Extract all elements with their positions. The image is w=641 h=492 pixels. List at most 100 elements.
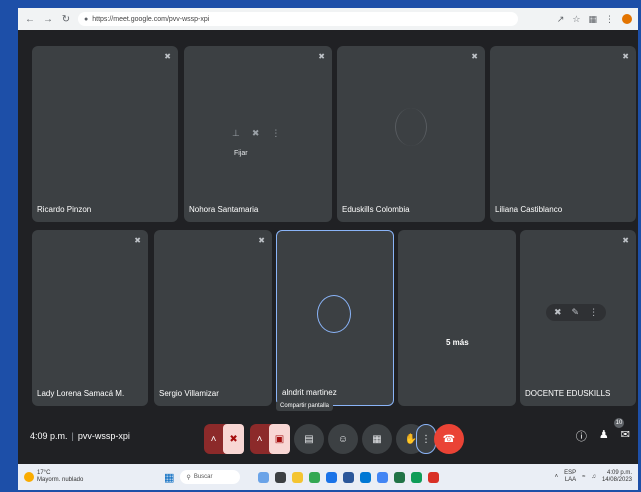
participant-name: Ricardo Pinzon — [37, 205, 92, 214]
system-tray: ˄ ESP LAA ≈ ♫ 4:09 p.m. 14/08/2023 — [555, 470, 632, 484]
lang-top: ESP — [564, 470, 577, 476]
browser-actions: ↗ ☆ ▦ ⋮ — [557, 13, 632, 25]
participant-tile[interactable]: ✖ Sergio Villamizar — [154, 230, 272, 406]
meeting-controls-bar: 4:09 p.m. | pvv-wssp-xpi ˄ ✖ ˄ ▣ ▤ ☺ ▦ ✋ ⋮… — [18, 418, 638, 464]
participant-tile-active[interactable]: alndrit martinez — [276, 230, 394, 406]
browser-toolbar: ← → ↻ ● https://meet.google.com/pvv-wssp… — [18, 8, 638, 30]
windows-start-icon[interactable]: ▦ — [164, 471, 174, 484]
info-icon[interactable]: ⓘ — [576, 428, 587, 444]
extensions-icon[interactable]: ▦ — [588, 14, 597, 25]
pin-label: Fijar — [234, 150, 248, 157]
end-call-icon: ☎ — [442, 433, 456, 445]
search-placeholder: Buscar — [193, 474, 213, 480]
more-options-button[interactable]: ⋮ — [416, 424, 436, 454]
meeting-code: pvv-wssp-xpi — [77, 431, 130, 441]
mic-off-icon: ✖ — [258, 236, 265, 245]
language-indicator[interactable]: ESP LAA — [564, 470, 576, 484]
volume-icon[interactable]: ♫ — [591, 474, 596, 480]
mic-off-icon: ✖ — [622, 236, 629, 245]
reactions-button[interactable]: ☺ — [328, 424, 358, 454]
more-vert-icon: ⋮ — [421, 433, 431, 445]
chevron-up-icon[interactable]: ˄ — [555, 474, 559, 480]
clock-time: 4:09 p.m. — [606, 470, 632, 476]
mic-off-icon[interactable]: ✖ — [223, 424, 244, 454]
participant-tile[interactable]: ✖ ✖ ✎ ⋮ DOCENTE EDUSKILLS — [520, 230, 636, 406]
avatar — [317, 295, 351, 333]
mic-off-icon: ✖ — [471, 52, 478, 61]
loading-spinner-icon — [395, 108, 427, 146]
participant-name: Eduskills Colombia — [342, 205, 410, 214]
camera-toggle-group[interactable]: ˄ ▣ — [250, 424, 290, 454]
captions-button[interactable]: ▤ — [294, 424, 324, 454]
weather-widget[interactable]: 17°C Mayorm. nublado — [24, 470, 124, 484]
pdf-icon[interactable] — [428, 471, 440, 483]
present-button[interactable]: ▦ — [362, 424, 392, 454]
meeting-time: 4:09 p.m. — [30, 431, 68, 441]
mic-off-icon: ✖ — [622, 52, 629, 61]
weather-desc: Mayorm. nublado — [37, 477, 84, 483]
chevron-up-icon[interactable]: ˄ — [250, 434, 269, 445]
camera-off-icon[interactable]: ▣ — [269, 424, 290, 454]
weather-temp: 17°C — [37, 470, 51, 476]
file-explorer-icon[interactable] — [292, 471, 304, 483]
meeting-info: 4:09 p.m. | pvv-wssp-xpi — [30, 431, 130, 441]
participant-name: DOCENTE EDUSKILLS — [525, 389, 611, 398]
tile-overlay-controls: ✖ ✎ ⋮ — [546, 304, 607, 321]
wifi-icon[interactable]: ≈ — [582, 474, 585, 480]
participant-name: Liliana Castiblanco — [495, 205, 563, 214]
lang-bottom: LAA — [564, 477, 577, 483]
chevron-up-icon[interactable]: ˄ — [204, 434, 223, 445]
more-participants-tile[interactable]: 5 más — [398, 230, 516, 406]
more-participants-label: 5 más — [446, 338, 469, 347]
separator: | — [71, 431, 74, 441]
participant-tile[interactable]: ✖ Lady Lorena Samacá M. — [32, 230, 148, 406]
chat-icon[interactable]: ✉ — [621, 428, 630, 444]
present-screen-icon: ▦ — [372, 433, 382, 445]
share-screen-tooltip: Compartir pantalla — [276, 401, 334, 411]
mute-icon[interactable]: ✖ — [554, 307, 562, 318]
forward-icon[interactable]: → — [42, 14, 54, 25]
participant-name: Sergio Villamizar — [159, 389, 219, 398]
taskbar-apps — [258, 471, 440, 483]
lock-icon: ● — [84, 15, 89, 23]
address-bar[interactable]: ● https://meet.google.com/pvv-wssp-xpi — [78, 12, 518, 26]
captions-icon: ▤ — [304, 433, 314, 445]
word-icon[interactable] — [343, 471, 355, 483]
app-icon[interactable] — [411, 471, 423, 483]
taskbar-clock[interactable]: 4:09 p.m. 14/08/2023 — [602, 470, 632, 484]
store-icon[interactable] — [360, 471, 372, 483]
widgets-icon[interactable] — [258, 471, 270, 483]
mute-icon[interactable]: ✖ — [252, 128, 260, 139]
back-icon[interactable]: ← — [24, 14, 36, 25]
mic-toggle-group[interactable]: ˄ ✖ — [204, 424, 244, 454]
leave-call-button[interactable]: ☎ — [434, 424, 464, 454]
excel-icon[interactable] — [394, 471, 406, 483]
tile-overlay-controls: ⊥ ✖ ⋮ — [232, 128, 280, 139]
star-icon[interactable]: ☆ — [572, 14, 580, 25]
more-options-icon[interactable]: ⋮ — [271, 128, 280, 139]
menu-icon[interactable]: ⋮ — [605, 14, 614, 25]
people-icon[interactable]: ♟ — [599, 428, 609, 444]
more-options-icon[interactable]: ⋮ — [589, 307, 598, 318]
pin-icon[interactable]: ⊥ — [232, 128, 240, 139]
participant-name: alndrit martinez — [282, 388, 337, 397]
participant-tile[interactable]: ✖ ⊥ ✖ ⋮ Fijar Nohora Santamaria — [184, 46, 332, 222]
participant-tile[interactable]: ✖ Liliana Castiblanco — [490, 46, 636, 222]
clock-date: 14/08/2023 — [601, 477, 632, 483]
profile-avatar[interactable] — [622, 13, 632, 24]
taskbar-search[interactable]: ⚲ Buscar — [180, 470, 241, 484]
weather-icon — [24, 472, 34, 482]
chrome-icon[interactable] — [309, 471, 321, 483]
side-panel-controls: ⓘ ♟ ✉ — [576, 428, 630, 444]
task-view-icon[interactable] — [275, 471, 287, 483]
participant-name: Nohora Santamaria — [189, 205, 259, 214]
reload-icon[interactable]: ↻ — [60, 14, 72, 25]
share-icon[interactable]: ↗ — [557, 14, 565, 25]
mic-off-icon: ✖ — [318, 52, 325, 61]
participant-name: Lady Lorena Samacá M. — [37, 389, 125, 398]
participant-tile[interactable]: ✖ Eduskills Colombia — [337, 46, 485, 222]
app-icon[interactable] — [377, 471, 389, 483]
edge-icon[interactable] — [326, 471, 338, 483]
edit-icon[interactable]: ✎ — [572, 307, 580, 318]
participant-tile[interactable]: ✖ Ricardo Pinzon — [32, 46, 178, 222]
